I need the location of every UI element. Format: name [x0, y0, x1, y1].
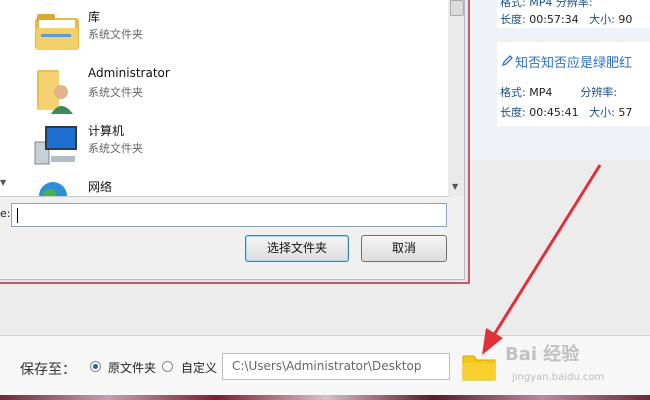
video-card-2-format-row: 格式: MP4 分辨率: [500, 86, 618, 99]
radio-original-folder[interactable] [90, 361, 101, 372]
list-item-type: 系统文件夹 [88, 142, 143, 155]
video-card-2-length-row: 长度: 00:45:41 大小: 57 [500, 106, 633, 119]
folder-path-input[interactable] [11, 203, 447, 227]
folder-tree-list[interactable]: 库 系统文件夹 Administrator 系统文件夹 计算机 系统文件夹 网络… [0, 0, 449, 197]
cancel-button[interactable]: 取消 [361, 235, 447, 262]
list-item-computer[interactable]: 计算机 系统文件夹 [33, 118, 433, 168]
baidu-watermark-url: jingyan.baidu.com [512, 372, 605, 383]
network-globe-icon [33, 178, 81, 196]
folder-icon[interactable] [462, 351, 496, 381]
library-folder-icon [33, 8, 81, 54]
save-path-field[interactable]: C:\Users\Administrator\Desktop [222, 353, 450, 380]
video-card-1-length-row: 长度: 00:57:34 大小: 90 [500, 13, 633, 26]
list-item-name: 库 [88, 10, 101, 24]
computer-icon [33, 122, 81, 168]
vertical-scrollbar[interactable]: ▼ [448, 0, 464, 196]
list-item-name: 计算机 [88, 124, 125, 138]
scroll-left-arrow-icon[interactable]: ▼ [0, 178, 6, 187]
list-item-name: Administrator [88, 66, 170, 80]
folder-picker-dialog: 库 系统文件夹 Administrator 系统文件夹 计算机 系统文件夹 网络… [0, 0, 470, 284]
scroll-down-arrow-icon[interactable]: ▼ [452, 182, 458, 191]
baidu-watermark: Bai 经验 [505, 344, 580, 365]
dialog-body: 库 系统文件夹 Administrator 系统文件夹 计算机 系统文件夹 网络… [0, 0, 465, 280]
list-item-network[interactable]: 网络 [33, 174, 433, 196]
user-folder-icon [33, 66, 81, 114]
video-card-1-format-row: 格式: MP4 分辨率: [500, 0, 593, 9]
radio-custom-folder[interactable] [162, 361, 173, 372]
video-card-2-title[interactable]: 知否知否应是绿肥红 [501, 52, 632, 71]
scrollbar-thumb[interactable] [450, 0, 464, 16]
radio-original-folder-label[interactable]: 原文件夹 [108, 359, 156, 376]
background-image-strip [0, 395, 650, 400]
list-item-type: 系统文件夹 [88, 28, 143, 41]
radio-custom-folder-label[interactable]: 自定义 [181, 359, 217, 376]
video-card-1: 格式: MP4 分辨率: 长度: 00:57:34 大小: 90 [497, 0, 650, 28]
select-folder-button[interactable]: 选择文件夹 [245, 235, 349, 262]
folder-field-label: e: [0, 207, 11, 220]
pencil-icon[interactable] [501, 54, 515, 71]
text-caret [17, 208, 18, 223]
list-item-name: 网络 [88, 180, 113, 194]
list-item-library[interactable]: 库 系统文件夹 [33, 4, 433, 54]
list-item-type: 系统文件夹 [88, 86, 143, 99]
list-item-administrator[interactable]: Administrator 系统文件夹 [33, 62, 433, 114]
save-to-label: 保存至： [20, 362, 76, 378]
video-card-2[interactable]: 知否知否应是绿肥红 格式: MP4 分辨率: 长度: 00:45:41 大小: … [497, 42, 650, 126]
